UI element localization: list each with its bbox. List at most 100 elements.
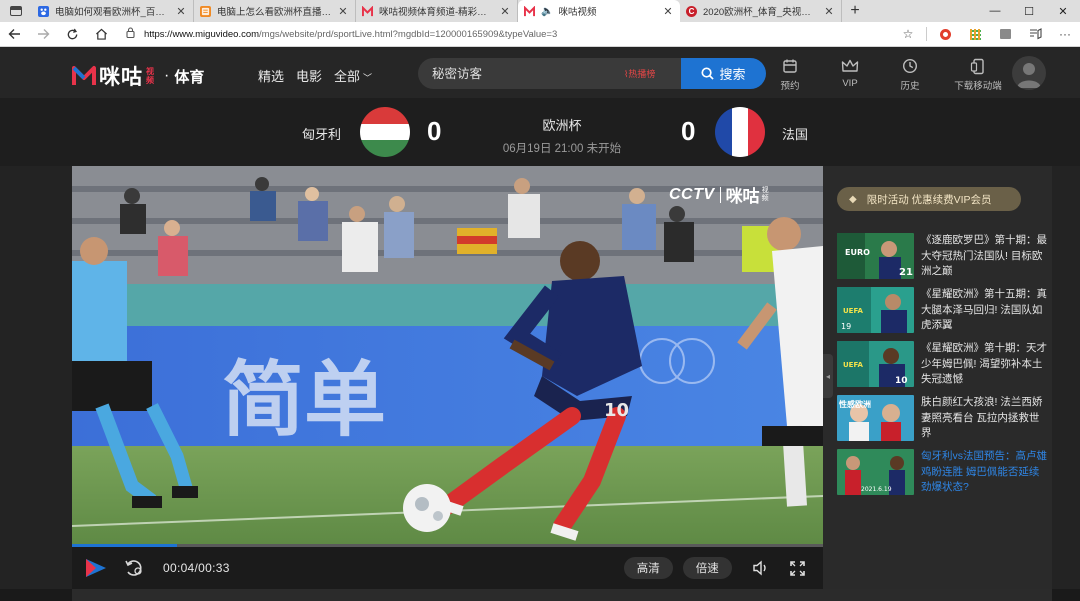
close-icon[interactable]: ✕ — [337, 5, 349, 18]
more-menu-icon[interactable]: ··· — [1050, 22, 1080, 47]
address-bar: https://www.miguvideo.com/mgs/website/pr… — [0, 22, 1080, 47]
migu-logo[interactable]: 咪咕 视频 · 体育 — [72, 61, 204, 91]
tab-title: 咪咕视频 — [558, 7, 597, 18]
back-button[interactable] — [0, 22, 29, 47]
logo-separator: · — [164, 67, 170, 84]
home-score: 0 — [427, 116, 442, 146]
volume-button[interactable] — [752, 560, 770, 576]
video-frame[interactable]: 简单 10 CCTV 咪咕 视频 — [72, 166, 823, 544]
fullscreen-button[interactable] — [789, 560, 805, 576]
svg-text:UEFA: UEFA — [843, 361, 863, 369]
nav-item-all[interactable]: 全部 ﹀ — [334, 66, 372, 85]
vip-promo-label: 限时活动 优惠续费VIP会员 — [866, 193, 992, 206]
phone-icon — [970, 56, 986, 76]
history-button[interactable]: 历史 — [880, 56, 940, 92]
close-icon[interactable]: ✕ — [823, 5, 835, 18]
migu-favicon-icon — [362, 5, 373, 17]
speaker-icon[interactable]: 🔈 — [541, 6, 553, 17]
list-item[interactable]: UEFA 19 《星耀欧洲》第十五期：真大腿本泽马回归! 法国队如虎添翼 — [837, 287, 1049, 333]
svg-text:性感欧洲: 性感欧洲 — [839, 399, 871, 409]
cctv-migu-watermark: CCTV 咪咕 视频 — [669, 182, 771, 207]
video-player[interactable]: 简单 10 CCTV 咪咕 视频 00:04/00:33 高清 倍速 — [72, 166, 823, 589]
lock-icon[interactable] — [126, 27, 135, 41]
back-arrow-icon — [8, 29, 20, 39]
list-item[interactable]: UEFA 10 《星耀欧洲》第十期：天才少年姆巴佩! 渴望弥补本土失冠遗憾 — [837, 341, 1049, 387]
collapse-panel-button[interactable]: ◂ — [823, 354, 833, 398]
search-input[interactable] — [432, 66, 622, 81]
site-header: 咪咕 视频 · 体育 精选 电影 全部﹀ ⌇热播榜 搜索 预约 VIP — [0, 48, 1080, 98]
replay-button[interactable] — [125, 559, 145, 577]
migu-watermark-text: 咪咕 — [725, 187, 760, 206]
home-button[interactable] — [87, 22, 116, 47]
match-time-status: 06月19日 21:00 未开始 — [502, 143, 622, 155]
list-item[interactable]: 性感欧洲 肤白颜红大孩浪! 法兰西娇妻照亮看台 瓦拉内拯救世界 — [837, 395, 1049, 441]
minimize-icon[interactable]: — — [978, 0, 1012, 22]
speed-label: 倍速 — [695, 563, 719, 575]
forward-button[interactable] — [29, 22, 58, 47]
list-item-title: 《星耀欧洲》第十五期：真大腿本泽马回归! 法国队如虎添翼 — [921, 288, 1047, 331]
browser-tab-baidu[interactable]: 电脑如何观看欧洲杯_百度搜索 ✕ — [32, 0, 194, 22]
grid-extension-icon[interactable] — [960, 22, 990, 47]
favorite-star-icon[interactable]: ☆ — [893, 22, 923, 47]
download-app-label: 下载移动端 — [954, 81, 1002, 92]
forward-arrow-icon — [37, 29, 50, 39]
reload-button[interactable] — [58, 22, 87, 47]
volume-icon — [753, 560, 766, 576]
url-host: https://www.miguvideo.com — [143, 28, 260, 40]
tab-title: 电脑如何观看欧洲杯_百度搜索 — [55, 7, 171, 18]
video-thumbnail[interactable]: UEFA 19 — [837, 287, 914, 333]
chevron-down-icon: ﹀ — [363, 73, 373, 83]
quality-button[interactable]: 高清 — [623, 557, 673, 579]
new-tab-button[interactable]: + — [842, 0, 868, 22]
speed-button[interactable]: 倍速 — [682, 557, 732, 579]
history-label: 历史 — [900, 81, 920, 92]
chevron-left-icon: ◂ — [825, 371, 830, 381]
reservation-button[interactable]: 预约 — [760, 56, 820, 92]
hot-list-link[interactable]: ⌇热播榜 — [624, 67, 655, 80]
list-item[interactable]: 2021.6.19 匈牙利vs法国预告：高卢雄鸡盼连胜 姆巴佩能否延续劲爆状态? — [837, 449, 1049, 495]
list-item[interactable]: EURO 21 《逐鹿欧罗巴》第十期：最大夺冠热门法国队! 目标欧洲之巅 — [837, 233, 1049, 279]
box-extension-icon[interactable] — [990, 22, 1020, 47]
close-icon[interactable]: ✕ — [662, 5, 674, 18]
tab-title: 2020欧洲杯_体育_央视网(cctv.com) — [703, 7, 819, 18]
url-field[interactable]: https://www.miguvideo.com/mgs/website/pr… — [120, 25, 893, 44]
download-app-button[interactable]: 下载移动端 — [940, 56, 1016, 92]
jersey-number: 10 — [604, 400, 629, 421]
top-nav: 精选 电影 全部 ﹀ — [258, 66, 372, 85]
vip-button[interactable]: VIP — [820, 56, 880, 92]
browser-tab-migu-sports[interactable]: 咪咕视频体育频道-精彩赛事在线 ✕ — [356, 0, 518, 22]
close-window-icon[interactable]: ✕ — [1046, 0, 1080, 22]
video-thumbnail[interactable]: EURO 21 — [837, 233, 914, 279]
close-icon[interactable]: ✕ — [499, 5, 511, 18]
avatar[interactable] — [1012, 56, 1046, 90]
video-thumbnail[interactable]: 性感欧洲 — [837, 395, 914, 441]
nav-item-featured[interactable]: 精选 — [258, 66, 284, 85]
browser-tab-cctv[interactable]: C 2020欧洲杯_体育_央视网(cctv.com) ✕ — [680, 0, 842, 22]
duration: 00:33 — [198, 561, 230, 575]
football-scene-image: 简单 10 — [72, 166, 823, 544]
migu-watermark-sub: 视频 — [761, 186, 769, 202]
svg-text:21: 21 — [899, 267, 913, 278]
collections-icon[interactable] — [1020, 22, 1050, 47]
browser-tab-article[interactable]: 电脑上怎么看欧洲杯直播? 电脑版 ✕ — [194, 0, 356, 22]
video-thumbnail[interactable]: UEFA 10 — [837, 341, 914, 387]
search-button-label: 搜索 — [719, 67, 746, 82]
record-extension-icon[interactable] — [930, 22, 960, 47]
baidu-favicon-icon — [38, 5, 49, 17]
browser-tab-migu-video[interactable]: 🔈 咪咕视频 ✕ — [518, 0, 680, 22]
list-item-title: 《星耀欧洲》第十期：天才少年姆巴佩! 渴望弥补本土失冠遗憾 — [921, 342, 1047, 385]
play-button[interactable] — [84, 557, 108, 579]
list-item-title: 匈牙利vs法国预告：高卢雄鸡盼连胜 姆巴佩能否延续劲爆状态? — [921, 450, 1047, 493]
section-title: 体育 — [174, 68, 205, 86]
maximize-icon[interactable]: ☐ — [1012, 0, 1046, 22]
nav-item-movies[interactable]: 电影 — [296, 66, 322, 85]
browser-tab-strip: 电脑如何观看欧洲杯_百度搜索 ✕ 电脑上怎么看欧洲杯直播? 电脑版 ✕ 咪咕视频… — [0, 0, 1080, 22]
reservation-label: 预约 — [780, 81, 800, 92]
vip-label: VIP — [842, 78, 858, 89]
search-button[interactable]: 搜索 — [681, 58, 766, 89]
replay-icon — [125, 560, 142, 576]
tab-actions-button[interactable] — [0, 0, 32, 22]
close-icon[interactable]: ✕ — [175, 5, 187, 18]
vip-promo-button[interactable]: ◆ 限时活动 优惠续费VIP会员 — [837, 187, 1021, 211]
video-thumbnail[interactable]: 2021.6.19 — [837, 449, 914, 495]
